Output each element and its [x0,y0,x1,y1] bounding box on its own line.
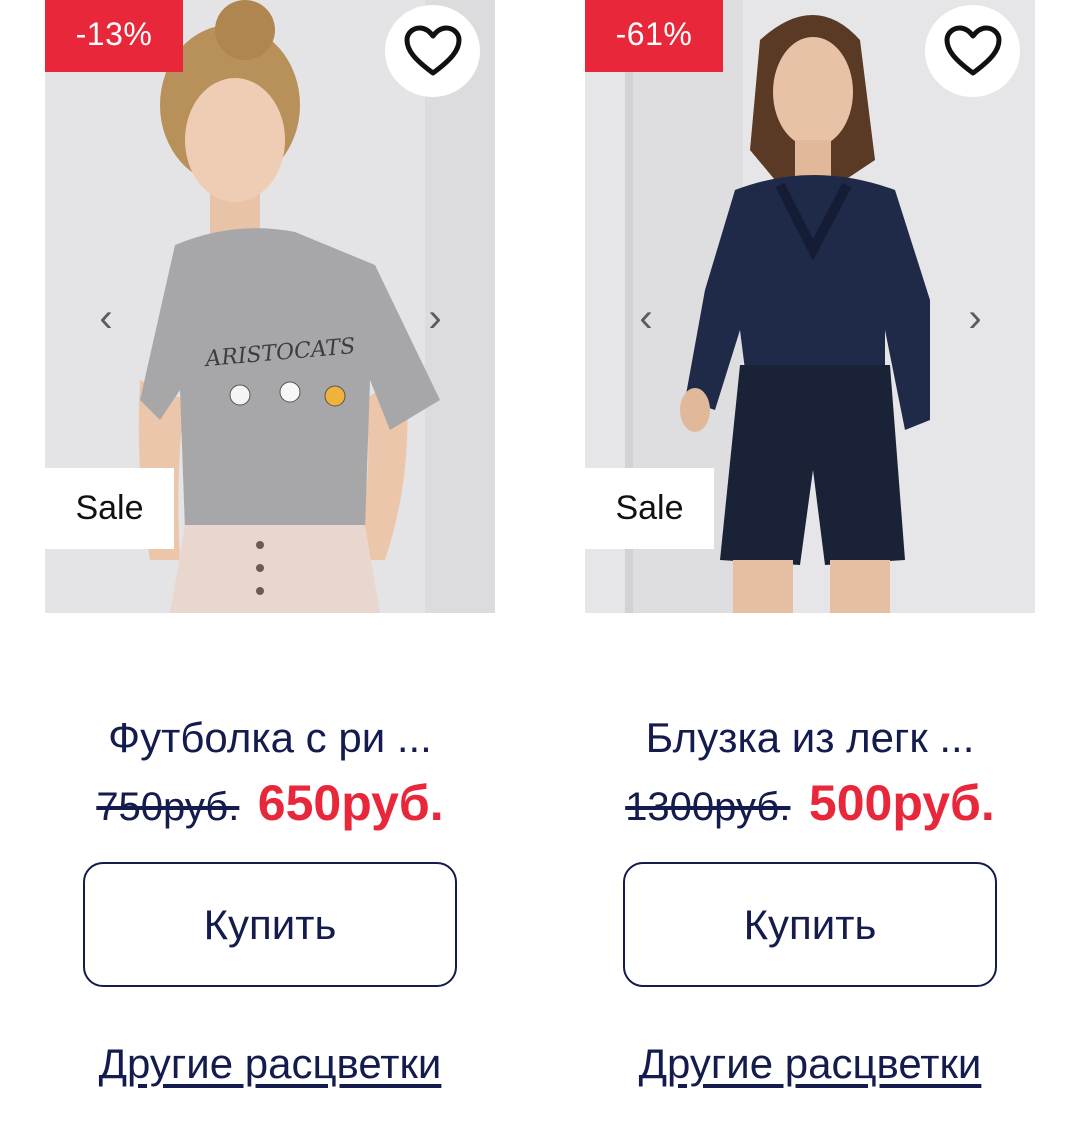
product-image-carousel[interactable]: ARISTOCATS -13% ‹ › Sale [45,0,495,613]
sale-badge: Sale [585,468,714,549]
product-card: ARISTOCATS -13% ‹ › Sale Футболка с ри .… [45,0,495,1121]
favorite-button[interactable] [925,5,1020,97]
heart-outline-icon [404,25,461,76]
product-title[interactable]: Футболка с ри ... [45,712,495,764]
buy-button[interactable]: Купить [623,862,997,987]
product-grid: ARISTOCATS -13% ‹ › Sale Футболка с ри .… [0,0,1080,1121]
other-colors-link[interactable]: Другие расцветки [585,1036,1035,1092]
product-image-carousel[interactable]: -61% ‹ › Sale [585,0,1035,613]
chevron-right-icon[interactable]: › [415,290,455,346]
favorite-button[interactable] [385,5,480,97]
old-price: 750руб. [96,785,240,829]
price-row: 1300руб. 500руб. [585,774,1035,832]
other-colors-link[interactable]: Другие расцветки [45,1036,495,1092]
price-row: 750руб. 650руб. [45,774,495,832]
old-price: 1300руб. [625,785,791,829]
new-price: 500руб. [808,775,995,831]
product-card: -61% ‹ › Sale Блузка из легк ... 1300руб… [585,0,1035,1121]
new-price: 650руб. [257,775,444,831]
heart-outline-icon [944,25,1001,76]
discount-badge: -61% [585,0,723,72]
sale-badge: Sale [45,468,174,549]
product-title[interactable]: Блузка из легк ... [585,712,1035,764]
buy-button[interactable]: Купить [83,862,457,987]
chevron-right-icon[interactable]: › [955,290,995,346]
chevron-left-icon[interactable]: ‹ [626,290,666,346]
discount-badge: -13% [45,0,183,72]
chevron-left-icon[interactable]: ‹ [86,290,126,346]
